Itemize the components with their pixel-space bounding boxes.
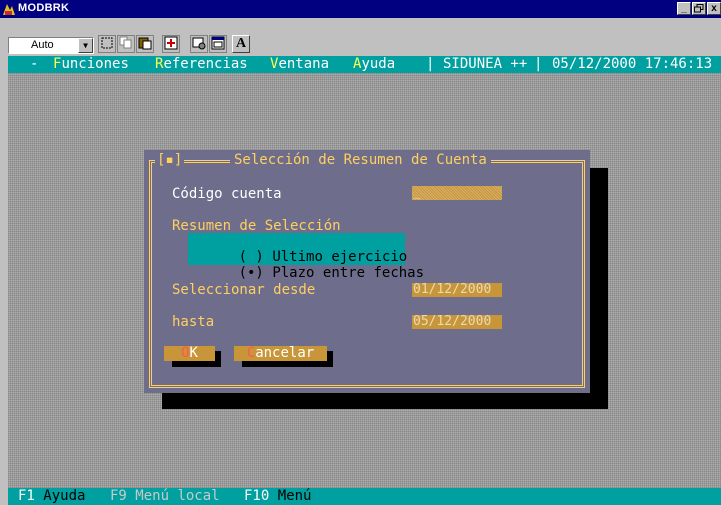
cancel-button-shadow: [327, 351, 333, 367]
menu-item-ventana[interactable]: Ventana: [270, 56, 329, 73]
app-icon: [2, 2, 16, 16]
window-title: MODBRK: [18, 2, 70, 14]
font-size-select[interactable]: Auto ▼: [8, 37, 94, 54]
menu-dash: -: [30, 56, 39, 72]
menu-bar: - Funciones Referencias Ventana Ayuda | …: [8, 56, 721, 73]
selection-summary-label: Resumen de Selección: [172, 218, 341, 234]
font-size-value: Auto: [31, 39, 54, 51]
until-label: hasta: [172, 314, 215, 330]
hotkey-label: Menú: [277, 488, 312, 504]
button-label: K: [189, 345, 198, 361]
menu-separator: |: [534, 56, 543, 72]
ok-button[interactable]: OK: [164, 346, 215, 361]
account-code-field[interactable]: _: [412, 186, 502, 200]
menu-item-referencias[interactable]: Referencias: [155, 56, 248, 73]
select-from-label: Seleccionar desde: [172, 282, 316, 298]
status-f10[interactable]: F10 Menú: [244, 488, 311, 505]
date-time: 05/12/2000 17:46:13: [552, 56, 713, 72]
radio-mark: (•): [238, 265, 264, 281]
hotkey-label: Menú local: [135, 488, 220, 504]
system-name: SIDUNEA ++: [443, 56, 528, 72]
menu-item-label: unciones: [61, 56, 129, 72]
cancel-button[interactable]: Cancelar: [234, 346, 327, 361]
close-button[interactable]: x: [707, 2, 721, 15]
button-hotkey: O: [181, 345, 190, 361]
menu-item-label: entana: [278, 56, 330, 72]
hotkey-label: Ayuda: [43, 488, 86, 504]
fullscreen-icon[interactable]: [162, 35, 180, 53]
minimize-button[interactable]: _: [677, 2, 691, 15]
ok-button-shadow: [215, 351, 221, 367]
button-label: ancelar: [255, 345, 315, 361]
status-f9[interactable]: F9 Menú local: [110, 488, 220, 505]
copy-icon[interactable]: [117, 35, 135, 53]
menu-item-ayuda[interactable]: Ayuda: [353, 56, 395, 73]
menu-item-label: eferencias: [163, 56, 248, 72]
menu-item-funciones[interactable]: Funciones: [53, 56, 129, 73]
date-from-field[interactable]: 01/12/2000: [412, 283, 502, 297]
properties-icon[interactable]: [190, 35, 208, 53]
chevron-down-icon[interactable]: ▼: [78, 38, 93, 53]
hotkey: F9: [110, 488, 127, 504]
button-hotkey: C: [246, 345, 256, 361]
hotkey: F1: [18, 488, 35, 504]
dialog-title: Selección de Resumen de Cuenta: [230, 153, 491, 168]
account-code-label: Código cuenta: [172, 186, 282, 202]
toolbar: Auto ▼ A: [0, 18, 721, 56]
account-summary-dialog: [▪] Selección de Resumen de Cuenta Códig…: [144, 150, 590, 393]
selection-radio-group: ( ) Ultimo ejercicio (•) Plazo entre fec…: [188, 233, 424, 281]
ok-button-shadow: [172, 361, 221, 367]
restore-button[interactable]: [692, 2, 706, 15]
date-to-field[interactable]: 05/12/2000: [412, 315, 502, 329]
window-controls: _ x: [676, 2, 721, 15]
status-bar: F1 Ayuda F9 Menú local F10 Menú: [8, 488, 721, 505]
cancel-button-shadow: [242, 361, 333, 367]
menu-separator: |: [426, 56, 435, 72]
mark-icon[interactable]: [98, 35, 116, 53]
status-f1[interactable]: F1 Ayuda: [18, 488, 85, 505]
restore-icon: [694, 4, 704, 13]
title-bar: MODBRK _ x: [0, 0, 721, 18]
radio-label: Plazo entre fechas: [272, 265, 425, 281]
background-icon[interactable]: [209, 35, 227, 53]
menu-item-label: yuda: [361, 56, 396, 72]
font-button[interactable]: A: [232, 35, 250, 53]
paste-icon[interactable]: [136, 35, 154, 53]
hotkey: F10: [244, 488, 270, 504]
dialog-close-box[interactable]: [▪]: [155, 153, 185, 168]
